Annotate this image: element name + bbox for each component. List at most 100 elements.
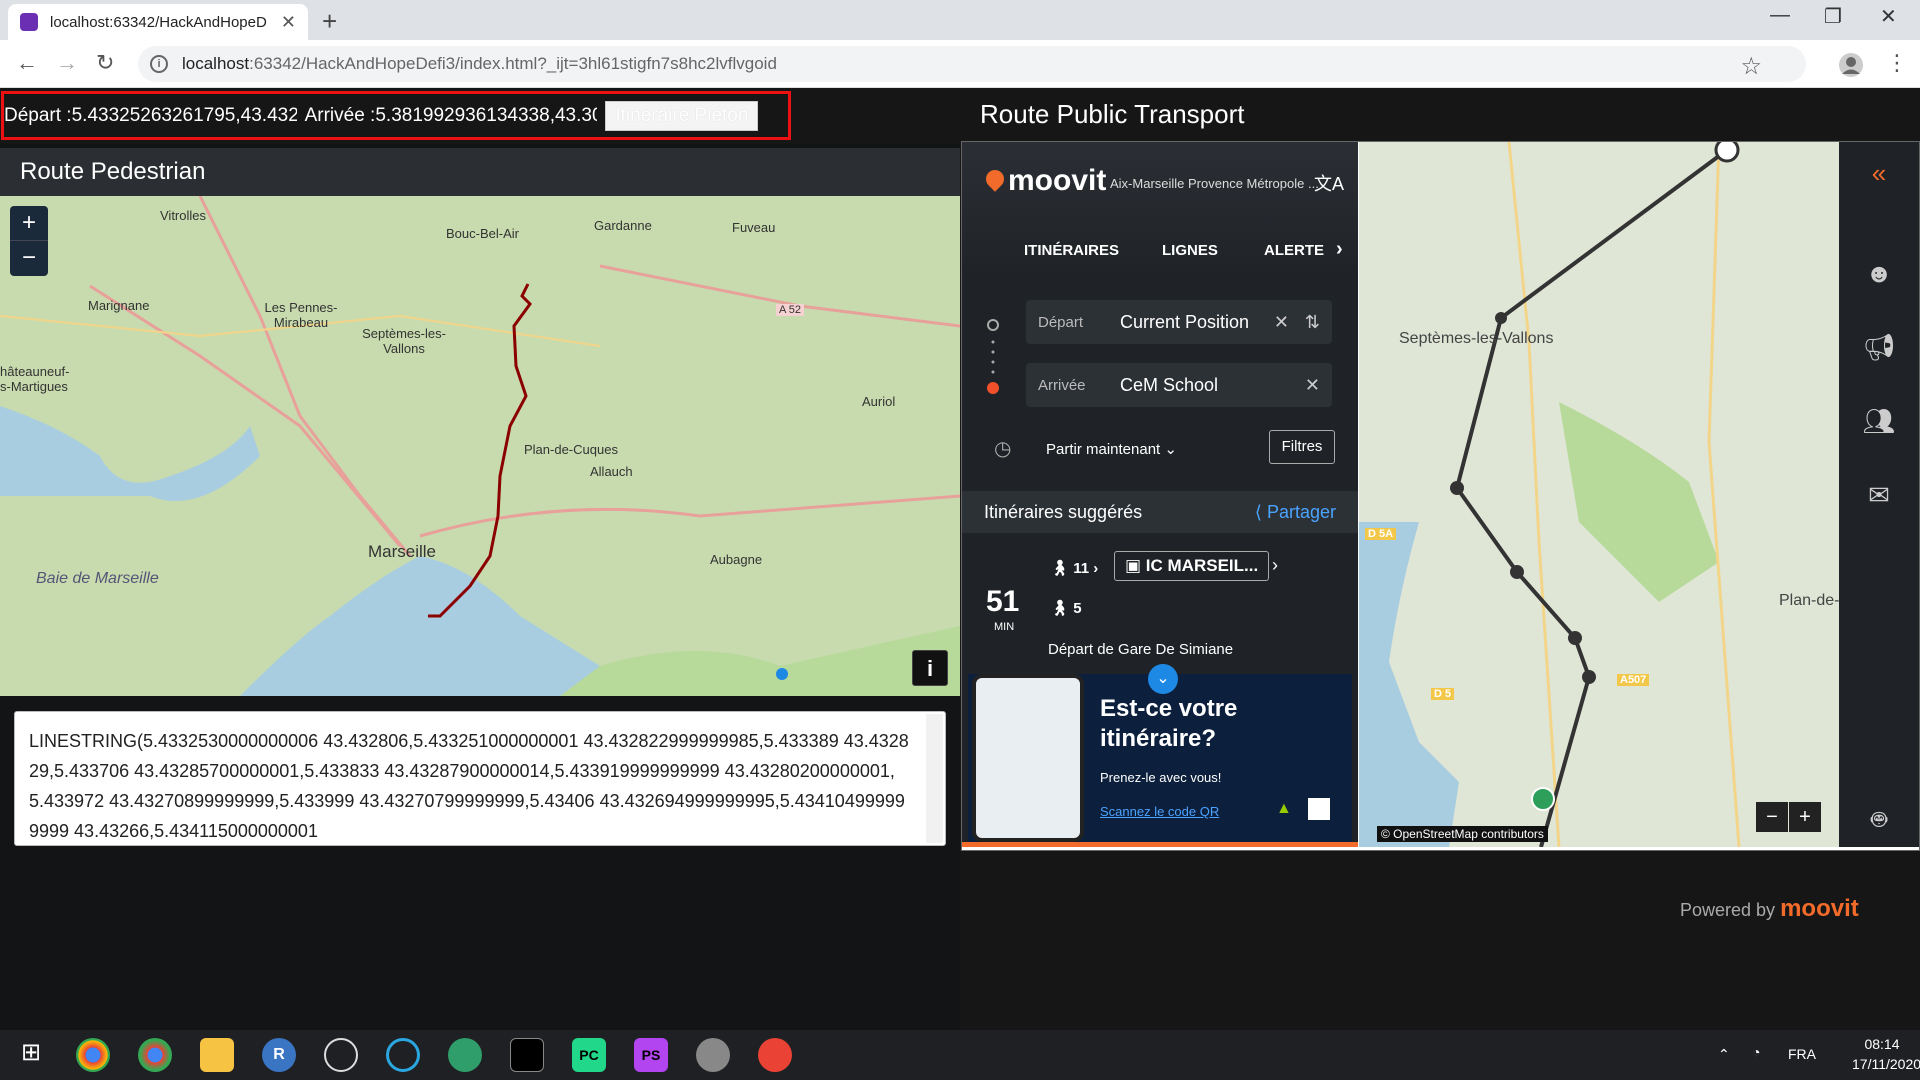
- powered-by: Powered by moovit: [1680, 895, 1859, 922]
- linestring-textarea[interactable]: LINESTRING(5.4332530000000006 43.432806,…: [14, 711, 946, 846]
- moovit-widget: moovit Aix-Marseille Provence Métropole …: [961, 141, 1920, 851]
- close-tab-icon[interactable]: ✕: [281, 12, 296, 33]
- coordinates-bar: Départ : 5.43325263261795,43.432 Arrivée…: [0, 88, 960, 144]
- osm-attribution[interactable]: © OpenStreetMap contributors: [1377, 826, 1548, 842]
- transport-title: Route Public Transport: [980, 98, 1245, 129]
- train-icon: ▣: [1125, 556, 1142, 575]
- filters-button[interactable]: Filtres: [1269, 430, 1335, 464]
- transport-pane: Route Public Transport moovit Aix-Marsei…: [960, 88, 1920, 1030]
- phpstorm-favicon-icon: [20, 13, 38, 31]
- android-app-icon[interactable]: 🤖︎: [1839, 802, 1919, 839]
- reload-icon[interactable]: ↻: [96, 50, 114, 76]
- minimize-icon[interactable]: —: [1770, 4, 1790, 27]
- route-option[interactable]: 🚶︎ 11 › ▣ IC MARSEIL... › 51 MIN 🚶︎ 5 Dé…: [962, 533, 1358, 673]
- app-promo[interactable]: ⌄ Est-ce votre itinéraire? Prenez-le ave…: [968, 664, 1352, 844]
- zoom-control: + −: [10, 206, 48, 276]
- pedestrian-title: Route Pedestrian: [0, 148, 960, 196]
- map-label: Septèmes-les-Vallons: [1399, 330, 1554, 347]
- depart-field-value: Current Position: [1120, 311, 1250, 332]
- wifi-icon[interactable]: ◔: [1752, 1044, 1760, 1060]
- url-path: :63342/HackAndHopeDefi3/index.html?_ijt=…: [249, 54, 777, 73]
- chrome-icon[interactable]: [76, 1038, 110, 1072]
- r-icon[interactable]: R: [262, 1038, 296, 1072]
- map-label: D 5: [1431, 688, 1455, 700]
- map-zoom-out-button[interactable]: −: [1756, 802, 1788, 832]
- obs-icon[interactable]: [324, 1038, 358, 1072]
- linestring-text: LINESTRING(5.4332530000000006 43.432806,…: [29, 731, 909, 841]
- swap-icon[interactable]: ⇅: [1305, 312, 1320, 333]
- windows-taskbar: ⊞ R PC PS ⌃ ◔ FRA 08:14 17/11/2020: [0, 1030, 1920, 1080]
- clock[interactable]: 08:14 17/11/2020: [1852, 1036, 1920, 1072]
- info-button[interactable]: i: [912, 650, 948, 686]
- address-bar: ← → ↻ i localhost:63342/HackAndHopeDefi3…: [0, 40, 1920, 88]
- pycharm-icon[interactable]: PC: [572, 1038, 606, 1072]
- region-name[interactable]: Aix-Marseille Provence Métropole ...: [1110, 176, 1319, 191]
- clear-depart-icon[interactable]: ✕: [1274, 312, 1289, 333]
- arrivee-field[interactable]: Arrivée CeM School ✕: [1026, 363, 1332, 407]
- sync-icon[interactable]: [386, 1038, 420, 1072]
- smiley-icon[interactable]: ☻: [1839, 258, 1919, 289]
- arrivee-value[interactable]: 5.381992936134338,43.30: [375, 105, 597, 127]
- map-label: Plan-de-: [1779, 592, 1839, 609]
- map-label: Marignane: [88, 298, 150, 313]
- map-label: Les Pennes-Mirabeau: [264, 300, 338, 330]
- users-icon[interactable]: 👥︎: [1839, 406, 1919, 437]
- windows-start-icon[interactable]: ⊞: [14, 1038, 48, 1072]
- share-button[interactable]: ⟨ Partager: [1255, 502, 1336, 523]
- transport-map[interactable]: Septèmes-les-Vallons Plan-de- D 5A D 5 A…: [1359, 142, 1839, 847]
- site-info-icon[interactable]: i: [150, 55, 168, 73]
- ad-subtitle: Prenez-le avec vous!: [1100, 770, 1222, 785]
- bookmark-star-icon[interactable]: ☆: [1740, 52, 1762, 81]
- browser-tab[interactable]: localhost:63342/HackAndHopeD ✕: [8, 4, 308, 40]
- browser-tabstrip: localhost:63342/HackAndHopeD ✕ + — ❐ ✕: [0, 0, 1920, 40]
- chrome-profile-icon[interactable]: [138, 1038, 172, 1072]
- duration-value: 51: [986, 585, 1020, 618]
- tab-alertes[interactable]: ALERTES: [1264, 234, 1324, 259]
- android-icon[interactable]: ▲: [1276, 800, 1292, 818]
- ad-link[interactable]: Scannez le code QR: [1100, 804, 1219, 819]
- back-icon[interactable]: ←: [16, 50, 38, 76]
- map-canvas: [0, 196, 960, 696]
- maximize-icon[interactable]: ❐: [1824, 4, 1842, 29]
- forward-icon[interactable]: →: [56, 50, 78, 76]
- tab-lignes[interactable]: LIGNES: [1162, 234, 1218, 259]
- tabs-next-icon[interactable]: ›: [1336, 230, 1343, 261]
- account-icon[interactable]: [1838, 52, 1864, 78]
- atom-icon[interactable]: [448, 1038, 482, 1072]
- megaphone-icon[interactable]: 📢︎: [1839, 332, 1919, 363]
- collapse-sidebar-icon[interactable]: «: [1839, 158, 1919, 189]
- collapse-icon[interactable]: ⌄: [1148, 664, 1178, 694]
- mail-icon[interactable]: ✉: [1839, 480, 1919, 511]
- textarea-scrollbar[interactable]: [926, 714, 943, 843]
- suggested-header: Itinéraires suggérés ⟨ Partager: [962, 491, 1358, 533]
- pedestrian-route-button[interactable]: Itinéraire Piéton: [605, 100, 759, 131]
- map-zoom-in-button[interactable]: +: [1789, 802, 1821, 832]
- zoom-in-button[interactable]: +: [10, 206, 48, 241]
- map-label: Allauch: [590, 464, 633, 479]
- url-input[interactable]: i localhost:63342/HackAndHopeDefi3/index…: [138, 46, 1806, 82]
- arrivee-label: Arrivée :: [304, 104, 376, 126]
- depart-value[interactable]: 5.43325263261795,43.432: [72, 105, 297, 127]
- menu-icon[interactable]: ⋮: [1886, 50, 1908, 76]
- new-tab-button[interactable]: +: [322, 6, 337, 37]
- language-indicator[interactable]: FRA: [1788, 1046, 1816, 1062]
- map-label: Marseille: [368, 542, 437, 561]
- zoom-out-button[interactable]: −: [10, 241, 48, 276]
- time-selector[interactable]: Partir maintenant ⌄: [1046, 440, 1177, 458]
- tab-itineraires[interactable]: ITINÉRAIRES: [1024, 234, 1119, 259]
- map-label: Vitrolles: [160, 208, 207, 223]
- file-explorer-icon[interactable]: [200, 1038, 234, 1072]
- terminal-icon[interactable]: [510, 1038, 544, 1072]
- translate-icon[interactable]: 文A: [1314, 170, 1344, 196]
- walk-segment-2: 🚶︎ 5: [1050, 600, 1082, 617]
- chrome-active-icon[interactable]: [758, 1038, 792, 1072]
- close-window-icon[interactable]: ✕: [1880, 4, 1897, 29]
- tray-up-icon[interactable]: ⌃: [1718, 1046, 1730, 1063]
- clear-arrivee-icon[interactable]: ✕: [1305, 375, 1320, 396]
- phpstorm-icon[interactable]: PS: [634, 1038, 668, 1072]
- moovit-pin-icon: [982, 166, 1008, 192]
- depart-field[interactable]: Départ Current Position ✕ ⇅: [1026, 300, 1332, 344]
- pedestrian-map[interactable]: Vitrolles Bouc-Bel-Air Gardanne Fuveau M…: [0, 196, 960, 696]
- app-icon[interactable]: [696, 1038, 730, 1072]
- qr-code-icon[interactable]: [1308, 798, 1330, 820]
